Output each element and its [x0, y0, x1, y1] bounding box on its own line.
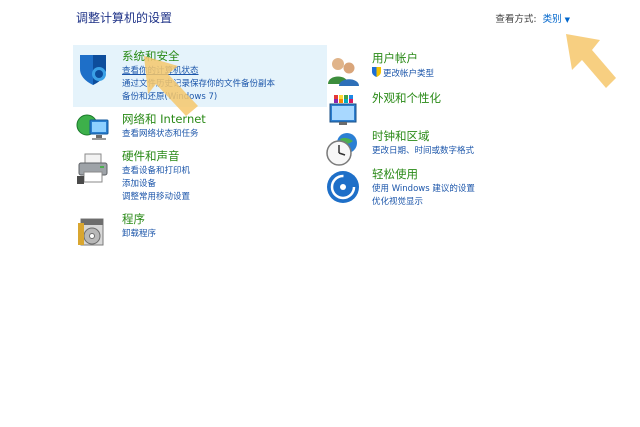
category-title[interactable]: 用户帐户 — [372, 50, 418, 66]
view-by-label: 查看方式: — [495, 14, 537, 25]
network-globe-icon — [76, 114, 109, 140]
category-title[interactable]: 时钟和区域 — [372, 128, 430, 144]
category-title[interactable]: 硬件和声音 — [122, 148, 180, 164]
link-mobility-settings[interactable]: 调整常用移动设置 — [122, 191, 190, 204]
users-icon — [328, 58, 359, 86]
category-title[interactable]: 轻松使用 — [372, 166, 418, 182]
monitor-palette-icon — [329, 95, 357, 125]
category-user-accounts[interactable]: 用户帐户 更改帐户类型 — [326, 50, 556, 86]
annotation-arrow-icon — [566, 34, 616, 88]
category-ease-of-access[interactable]: 轻松使用 使用 Windows 建议的设置 优化视觉显示 — [326, 166, 556, 210]
programs-disc-icon — [78, 218, 104, 246]
category-hardware-sound[interactable]: 硬件和声音 查看设备和打印机 添加设备 调整常用移动设置 — [76, 148, 326, 204]
category-appearance[interactable]: 外观和个性化 — [326, 90, 556, 125]
link-devices-printers[interactable]: 查看设备和打印机 — [122, 165, 190, 178]
annotation-arrow-icon — [144, 56, 198, 116]
link-change-account-type[interactable]: 更改帐户类型 — [372, 67, 434, 81]
category-title[interactable]: 外观和个性化 — [372, 90, 441, 106]
printer-icon — [77, 153, 108, 184]
category-programs[interactable]: 程序 卸载程序 — [76, 211, 326, 246]
link-recommended-settings[interactable]: 使用 Windows 建议的设置 — [372, 183, 475, 196]
link-add-device[interactable]: 添加设备 — [122, 178, 190, 191]
link-uninstall-program[interactable]: 卸载程序 — [122, 228, 156, 241]
view-by: 查看方式: 类别 ▼ — [495, 11, 570, 25]
clock-globe-icon — [326, 133, 357, 166]
uac-shield-icon — [372, 67, 381, 77]
category-title[interactable]: 程序 — [122, 211, 145, 227]
link-network-status[interactable]: 查看网络状态和任务 — [122, 128, 199, 141]
shield-icon — [80, 55, 106, 85]
view-by-dropdown[interactable]: 类别 — [543, 14, 562, 25]
chevron-down-icon[interactable]: ▼ — [565, 16, 570, 24]
ease-of-access-icon — [327, 171, 359, 203]
page-title: 调整计算机的设置 — [76, 11, 173, 25]
link-change-date-time-format[interactable]: 更改日期、时间或数字格式 — [372, 145, 474, 158]
category-clock-region[interactable]: 时钟和区域 更改日期、时间或数字格式 — [326, 128, 556, 166]
link-optimize-visual[interactable]: 优化视觉显示 — [372, 196, 475, 209]
link-label: 更改帐户类型 — [383, 69, 435, 79]
